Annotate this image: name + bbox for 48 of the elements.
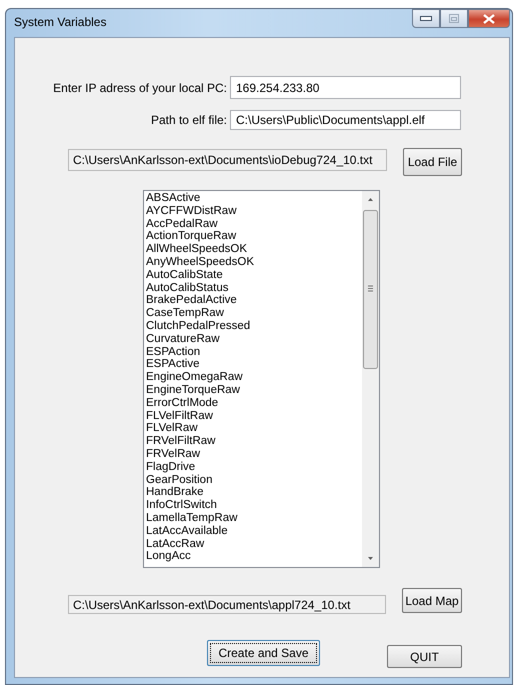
scrollbar[interactable] — [362, 191, 379, 567]
list-item[interactable]: FlagDrive — [146, 460, 362, 474]
list-item[interactable]: ESPActive — [146, 358, 362, 372]
list-item[interactable]: AutoCalibStatus — [146, 282, 362, 294]
minimize-icon — [420, 16, 432, 22]
list-item[interactable]: LamellaTempRaw — [146, 512, 362, 525]
list-item[interactable]: FLVelRaw — [146, 422, 362, 436]
debug-file-field[interactable]: C:\Users\AnKarlsson-ext\Documents\ioDebug724_10.txt — [68, 149, 387, 171]
elf-path-label: Path to elf file: — [150, 113, 227, 127]
elf-path-field[interactable]: C:\Users\Public\Documents\appl.elf — [230, 110, 461, 130]
list-item[interactable]: AutoCalibState — [146, 268, 362, 282]
list-item[interactable]: CurvatureRaw — [146, 332, 362, 346]
maximize-button[interactable] — [440, 9, 468, 28]
list-item[interactable]: FRVelFiltRaw — [146, 435, 362, 448]
list-item[interactable]: AllWheelSpeedsOK — [146, 243, 362, 256]
list-item[interactable]: InfoCtrlSwitch — [146, 499, 362, 512]
list-item[interactable]: LongAcc — [146, 550, 362, 564]
window-title: System Variables — [14, 15, 106, 29]
maximize-icon — [449, 14, 459, 23]
list-item[interactable]: ErrorCtrlMode — [146, 396, 362, 410]
list-item[interactable]: ActionTorqueRaw — [146, 230, 362, 244]
list-item[interactable]: EngineTorqueRaw — [146, 384, 362, 397]
list-item[interactable]: EngineOmegaRaw — [146, 371, 362, 384]
ip-field[interactable]: 169.254.233.80 — [230, 76, 461, 99]
load-file-button[interactable]: Load File — [403, 148, 462, 176]
list-item[interactable]: ClutchPedalPressed — [146, 320, 362, 333]
minimize-button[interactable] — [412, 9, 440, 28]
list-item[interactable]: BrakePedalActive — [146, 294, 362, 308]
list-item[interactable]: CaseTempRaw — [146, 307, 362, 320]
map-file-field[interactable]: C:\Users\AnKarlsson-ext\Documents\appl724_10.txt — [68, 595, 386, 614]
list-item[interactable]: GearPosition — [146, 474, 362, 486]
list-item[interactable]: AYCFFWDistRaw — [146, 204, 362, 218]
create-and-save-button[interactable]: Create and Save — [207, 640, 320, 666]
quit-button[interactable]: QUIT — [387, 645, 462, 668]
list-item[interactable]: ABSActive — [146, 192, 362, 205]
list-item[interactable]: LatAccRaw — [146, 538, 362, 550]
close-icon — [483, 14, 495, 24]
list-item[interactable]: AnyWheelSpeedsOK — [146, 256, 362, 269]
list-item[interactable]: FRVelRaw — [146, 448, 362, 461]
close-button[interactable] — [468, 9, 510, 28]
load-map-button[interactable]: Load Map — [402, 588, 462, 613]
list-item[interactable]: AccPedalRaw — [146, 218, 362, 230]
list-item[interactable]: LatAccAvailable — [146, 524, 362, 538]
ip-label: Enter IP adress of your local PC: — [52, 80, 227, 94]
variable-list[interactable] — [143, 190, 380, 568]
list-item[interactable]: FLVelFiltRaw — [146, 410, 362, 422]
list-item[interactable]: ESPAction — [146, 346, 362, 358]
list-item[interactable]: HandBrake — [146, 486, 362, 500]
